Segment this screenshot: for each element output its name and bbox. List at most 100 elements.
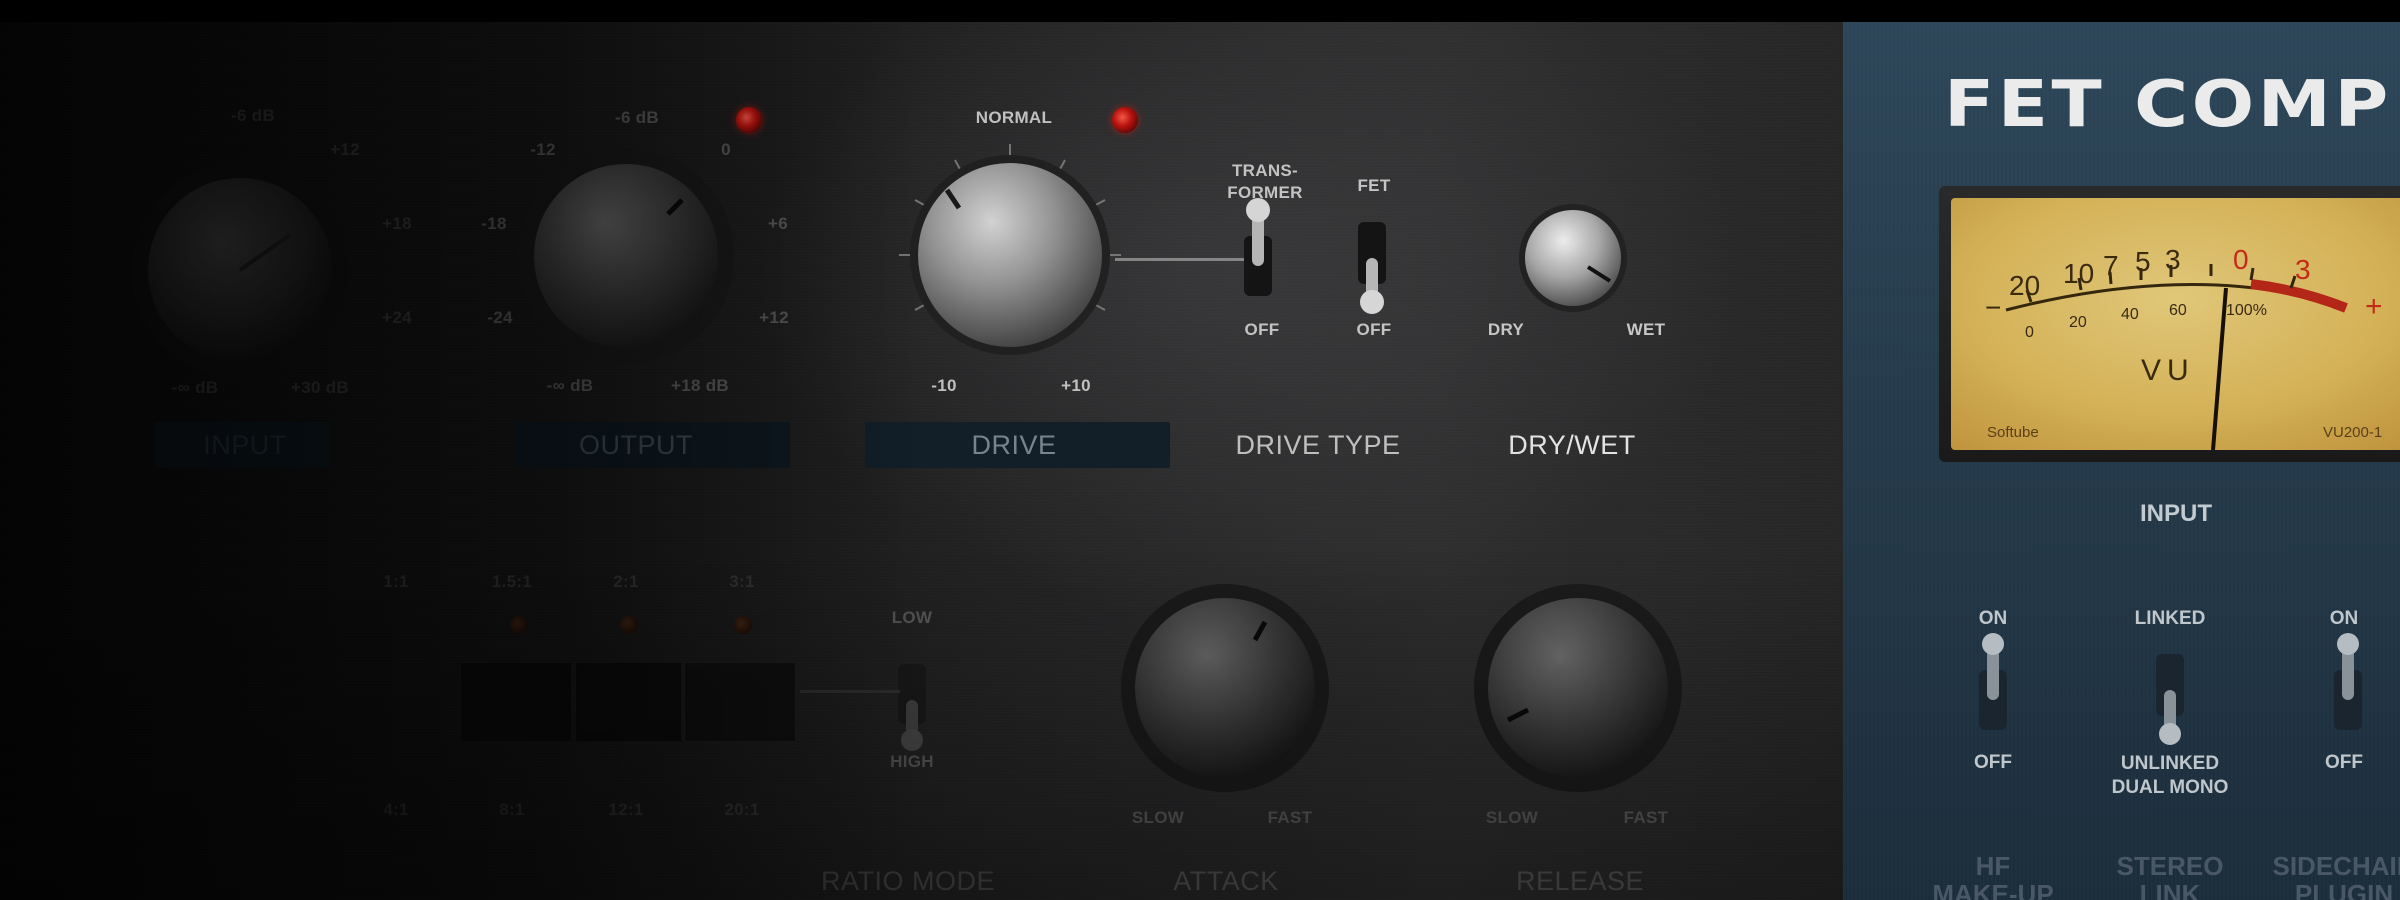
vu-brand: Softube — [1987, 424, 2039, 441]
drive-type-label: DRIVE TYPE — [1235, 430, 1401, 460]
drive-normal-label: NORMAL — [975, 108, 1053, 127]
sidechain-toggle[interactable] — [2330, 630, 2366, 740]
drive-normal-led — [1112, 107, 1138, 133]
ratio-mode-link-line — [800, 690, 900, 693]
release-slow: SLOW — [1485, 808, 1539, 827]
transformer-off-label: OFF — [1244, 320, 1280, 339]
fet-label: FET — [1357, 176, 1391, 195]
output-knob[interactable] — [512, 142, 740, 370]
release-fast: FAST — [1623, 808, 1669, 827]
drive-knob[interactable] — [895, 140, 1125, 370]
attack-label: ATTACK — [1173, 866, 1279, 896]
sidechain-on: ON — [2329, 608, 2359, 629]
output-scale-5: -24 — [487, 308, 513, 327]
ratio-label-1: 1.5:1 — [491, 572, 533, 591]
output-scale-4: +6 — [768, 214, 788, 233]
output-clip-led — [736, 107, 762, 133]
ratio-label-2: 2:1 — [613, 572, 639, 591]
ratio-led-1 — [510, 616, 528, 634]
output-scale-2: 0 — [721, 140, 731, 159]
vu-minus: − — [1985, 292, 2002, 323]
sidechain-off: OFF — [2325, 752, 2363, 773]
plugin-title: FET COMP — [1944, 68, 2392, 142]
sidechain-label: SIDECHAIN PLUGIN — [2272, 851, 2400, 900]
output-scale-0: -6 dB — [615, 108, 659, 127]
vu-model: VU200-1 — [2323, 424, 2383, 441]
vu-bottom-1: 20 — [2069, 314, 2087, 331]
hf-makeup-off: OFF — [1974, 752, 2012, 773]
vu-meter: 20 10 7 5 3 0 3 − + 0 20 40 60 100% VU S… — [1939, 186, 2400, 462]
ratio-bottom-3: 20:1 — [724, 800, 760, 819]
fet-toggle[interactable] — [1354, 218, 1390, 328]
ratio-mode-high: HIGH — [890, 752, 934, 771]
ratio-led-3 — [734, 616, 752, 634]
input-scale-0: -6 dB — [231, 106, 275, 125]
stereo-link-on: LINKED — [2134, 608, 2206, 629]
input-label: INPUT — [203, 430, 287, 460]
output-label: OUTPUT — [579, 430, 693, 460]
drive-max-label: +10 — [1061, 376, 1091, 395]
ratio-bottom-0: 4:1 — [383, 800, 409, 819]
vu-top-0: 20 — [2009, 270, 2041, 301]
stereo-link-toggle[interactable] — [2152, 650, 2188, 760]
release-label: RELEASE — [1515, 866, 1645, 896]
vu-bottom-3: 60 — [2169, 302, 2187, 319]
output-scale-6: +12 — [759, 308, 789, 327]
fet-off-label: OFF — [1356, 320, 1392, 339]
ratio-mode-toggle[interactable] — [894, 660, 930, 760]
hf-makeup-label: HF MAKE-UP — [1932, 851, 2054, 900]
ratio-label-0: 1:1 — [383, 572, 409, 591]
ratio-mode-low: LOW — [891, 608, 933, 627]
ratio-button-1[interactable] — [460, 662, 572, 742]
input-scale-5: +30 dB — [290, 378, 350, 397]
plugin-window: INPUT OUTPUT DRIVE DRIVE TYPE DRY/WET -6… — [0, 0, 2400, 900]
drive-link-line — [1115, 258, 1250, 261]
vu-top-4: 3 — [2165, 244, 2181, 275]
release-knob[interactable] — [1468, 578, 1688, 798]
vu-bottom-4: 100% — [2226, 302, 2267, 319]
vu-top-1: 10 — [2063, 258, 2095, 289]
vu-plus: + — [2365, 290, 2383, 323]
ratio-button-2[interactable] — [575, 662, 682, 742]
attack-slow: SLOW — [1131, 808, 1185, 827]
hf-makeup-toggle[interactable] — [1975, 630, 2011, 740]
vu-bottom-0: 0 — [2025, 324, 2034, 341]
input-scale-1: +12 — [330, 140, 360, 159]
wet-label: WET — [1626, 320, 1666, 339]
attack-fast: FAST — [1267, 808, 1313, 827]
hf-makeup-on: ON — [1978, 608, 2008, 629]
dry-label: DRY — [1487, 320, 1525, 339]
input-scale-2: +18 — [382, 214, 412, 233]
transformer-toggle[interactable] — [1240, 196, 1276, 306]
ratio-mode-label: RATIO MODE — [820, 866, 996, 896]
vu-top-3: 5 — [2135, 246, 2151, 277]
vu-bottom-2: 40 — [2121, 306, 2139, 323]
top-strip — [0, 0, 2400, 22]
drive-min-label: -10 — [931, 376, 957, 395]
dry-wet-label: DRY/WET — [1508, 430, 1636, 460]
ratio-led-2 — [620, 616, 638, 634]
ratio-label-3: 3:1 — [729, 572, 755, 591]
dry-wet-knob[interactable] — [1500, 185, 1646, 331]
output-scale-3: -18 — [481, 214, 507, 233]
output-scale-7: -∞ dB — [546, 376, 594, 395]
vu-top-2: 7 — [2103, 250, 2119, 281]
input-knob[interactable] — [120, 150, 360, 390]
vu-meter-label: INPUT — [2140, 500, 2212, 527]
vu-top-6: 3 — [2295, 254, 2311, 285]
stereo-link-off: UNLINKED DUAL MONO — [2111, 753, 2229, 798]
attack-knob[interactable] — [1115, 578, 1335, 798]
input-scale-4: -∞ dB — [171, 378, 219, 397]
drive-label: DRIVE — [971, 430, 1057, 460]
output-scale-8: +18 dB — [670, 376, 730, 395]
transformer-label: TRANS- FORMER — [1227, 161, 1303, 202]
stereo-link-label: STEREO LINK — [2116, 851, 2224, 900]
input-scale-3: +24 — [382, 308, 412, 327]
vu-meter-face: 20 10 7 5 3 0 3 − + 0 20 40 60 100% VU S… — [1951, 198, 2400, 450]
output-scale-1: -12 — [530, 140, 556, 159]
vu-top-5: 0 — [2233, 244, 2249, 275]
ratio-bottom-2: 12:1 — [608, 800, 644, 819]
ratio-button-3[interactable] — [684, 662, 796, 742]
ratio-bottom-1: 8:1 — [499, 800, 525, 819]
vu-unit: VU — [2141, 354, 2195, 387]
